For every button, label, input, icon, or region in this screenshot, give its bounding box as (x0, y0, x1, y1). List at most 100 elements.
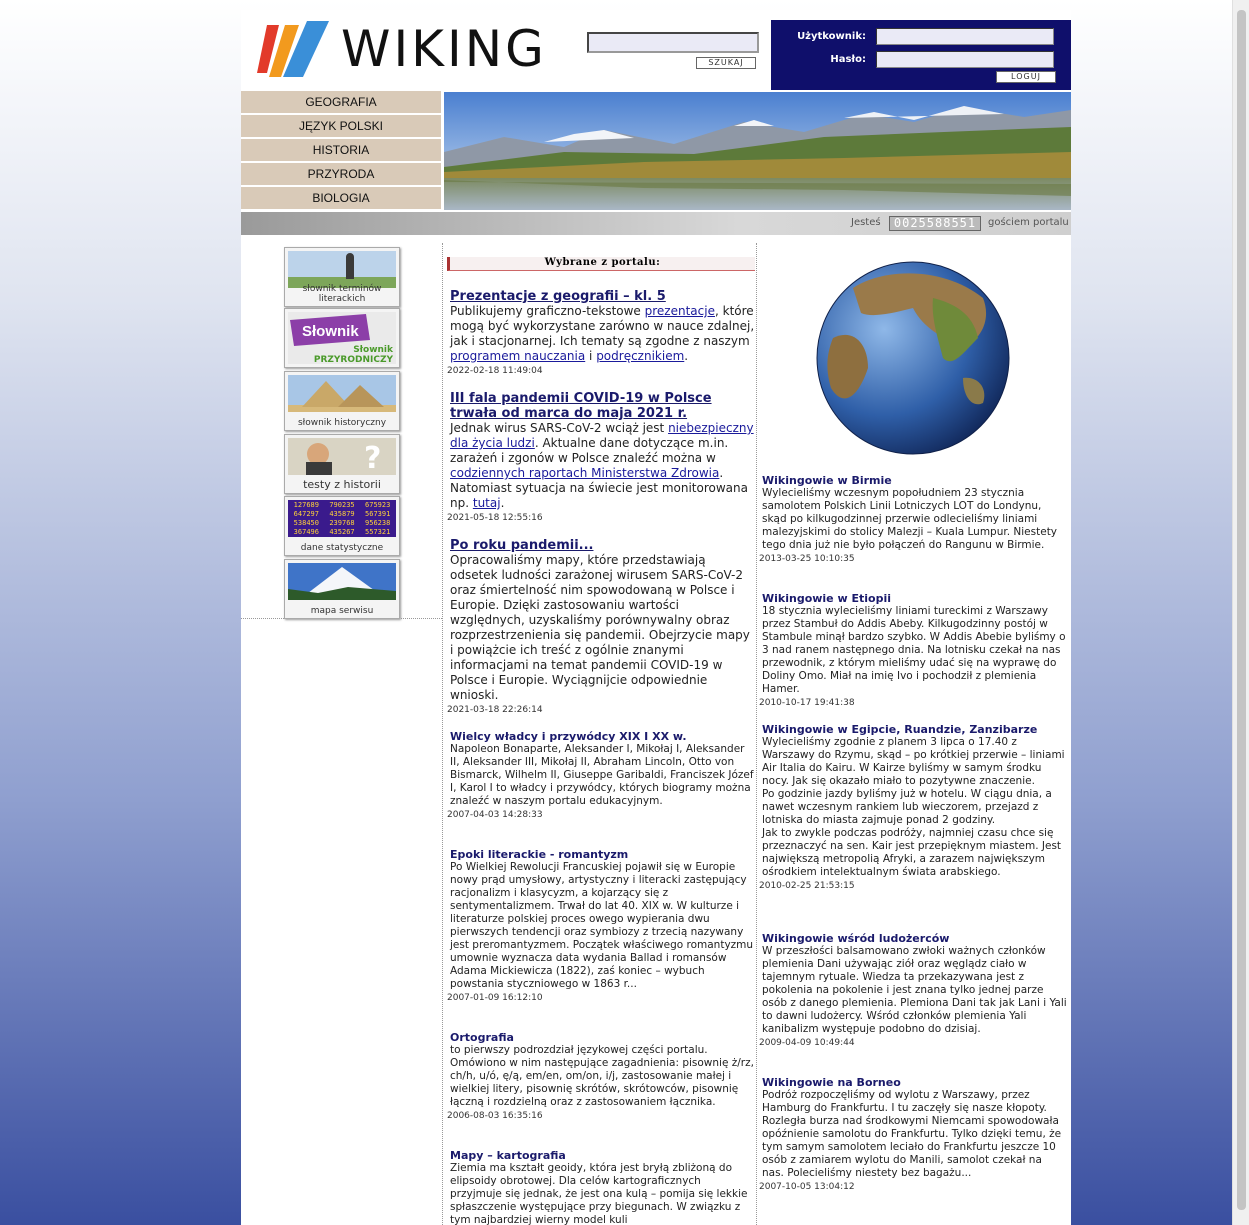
statistical-data-link[interactable]: 127689 790235 675923 647297 435879 56739… (284, 496, 400, 556)
svg-text:?: ? (364, 441, 381, 475)
scrollbar-thumb[interactable] (1237, 10, 1246, 1210)
article-title-link[interactable]: Wielcy władcy i przywódcy XIX I XX w. (450, 730, 755, 743)
article-title-link[interactable]: Mapy – kartografia (450, 1149, 755, 1162)
sidebar-caption: słownik terminów literackich (302, 284, 382, 304)
site-map-link[interactable]: mapa serwisu (284, 559, 400, 619)
article: Ortografia to pierwszy podrozdział język… (447, 1031, 755, 1121)
historical-dictionary-link[interactable]: słownik historyczny (284, 371, 400, 431)
nav-historia[interactable]: HISTORIA (241, 139, 443, 161)
travel-article: Wikingowie w Birmie Wylecieliśmy wczesny… (759, 474, 1067, 564)
nav-biologia[interactable]: BIOLOGIA (241, 187, 443, 209)
article-body: Napoleon Bonaparte, Aleksander I, Mikoła… (450, 743, 754, 807)
article-body: Ziemia ma kształt geoidy, która jest bry… (450, 1162, 748, 1225)
visitor-counter-bar: Jesteś 0025588551 gościem portalu (241, 212, 1071, 235)
text: Publikujemy graficzno-tekstowe (450, 304, 645, 318)
article: III fala pandemii COVID-19 w Polsce trwa… (447, 391, 755, 523)
monument-image (288, 251, 396, 288)
article-date: 2021-03-18 22:26:14 (447, 705, 543, 715)
stat-cell: 557321 (365, 528, 391, 536)
stat-cell: 127689 (293, 501, 319, 509)
visitor-counter: 0025588551 (889, 216, 981, 231)
textbooks-link[interactable]: podręcznikiem (596, 349, 684, 363)
featured-heading: Wybrane z portalu: (447, 257, 755, 271)
travel-body: 18 stycznia wylecieliśmy liniami turecki… (762, 605, 1066, 695)
stat-cell: 790235 (329, 501, 355, 509)
stat-cell: 239768 (329, 519, 355, 527)
travel-title-link[interactable]: Wikingowie wśród ludożerców (762, 932, 1067, 945)
travel-article: Wikingowie na Borneo Podróż rozpoczęliśm… (759, 1076, 1067, 1192)
article-title-link[interactable]: Epoki literackie - romantyzm (450, 848, 755, 861)
text: Jednak wirus SARS-CoV-2 wciąż jest (450, 421, 669, 435)
stat-cell: 675923 (365, 501, 391, 509)
username-field[interactable] (876, 28, 1054, 45)
nav-jezyk-polski[interactable]: JĘZYK POLSKI (241, 115, 443, 137)
nature-dictionary-link[interactable]: Słownik Słownik PRZYRODNICZY (284, 308, 400, 368)
text: i (585, 349, 597, 363)
page: WIKING SZUKAJ Użytkownik: Hasło: LOGUJ G… (241, 10, 1071, 1225)
article-date: 2022-02-18 11:49:04 (447, 366, 543, 376)
visitor-prefix: Jesteś (851, 217, 881, 228)
stat-cell: 956238 (365, 519, 391, 527)
sidebar-caption: testy z historii (303, 478, 381, 491)
article-title-link[interactable]: Po roku pandemii... (450, 538, 755, 553)
password-field[interactable] (876, 51, 1054, 68)
text: . (684, 349, 689, 363)
stat-cell: 538450 (293, 519, 319, 527)
travel-date: 2010-10-17 19:41:38 (759, 698, 855, 708)
article-date: 2007-01-09 16:12:10 (447, 993, 543, 1003)
login-button[interactable]: LOGUJ (996, 71, 1056, 83)
travel-article: Wikingowie w Egipcie, Ruandzie, Zanzibar… (759, 723, 1067, 891)
stat-cell: 567391 (365, 510, 391, 518)
presentations-link[interactable]: prezentacje (645, 304, 715, 318)
travel-title-link[interactable]: Wikingowie w Egipcie, Ruandzie, Zanzibar… (762, 723, 1067, 736)
travel-article: Wikingowie w Etiopii 18 stycznia wylecie… (759, 592, 1067, 708)
travel-body: Podróż rozpoczęliśmy od wylotu z Warszaw… (762, 1089, 1062, 1179)
article-title-link[interactable]: Prezentacje z geografii – kl. 5 (450, 289, 755, 304)
thinking-man-image: ? (288, 438, 396, 475)
history-tests-link[interactable]: ? testy z historii (284, 434, 400, 494)
travel-title-link[interactable]: Wikingowie na Borneo (762, 1076, 1067, 1089)
nav-geografia[interactable]: GEOGRAFIA (241, 91, 443, 113)
curriculum-link[interactable]: programem nauczania (450, 349, 585, 363)
article-date: 2021-05-18 12:55:16 (447, 513, 543, 523)
travel-title-link[interactable]: Wikingowie w Birmie (762, 474, 1067, 487)
travel-date: 2010-02-25 21:53:15 (759, 881, 855, 891)
search-input[interactable] (587, 32, 759, 53)
travel-body: Wylecieliśmy wczesnym popołudniem 23 sty… (762, 487, 1058, 551)
column-divider (756, 243, 757, 1225)
article-title-link[interactable]: III fala pandemii COVID-19 w Polsce trwa… (450, 391, 755, 421)
scrollbar[interactable] (1232, 0, 1249, 1225)
travel-date: 2009-04-09 10:49:44 (759, 1038, 855, 1048)
svg-text:Słownik: Słownik (302, 323, 359, 340)
article-body: Jednak wirus SARS-CoV-2 wciąż jest niebe… (450, 421, 755, 511)
article-title-link[interactable]: Ortografia (450, 1031, 755, 1044)
sidebar-caption: słownik historyczny (297, 418, 387, 428)
stat-cell: 647297 (293, 510, 319, 518)
main-nav: GEOGRAFIA JĘZYK POLSKI HISTORIA PRZYRODA… (241, 91, 443, 211)
article: Prezentacje z geografii – kl. 5 Publikuj… (447, 289, 755, 376)
article-date: 2006-08-03 16:35:16 (447, 1111, 543, 1121)
reports-link[interactable]: codziennych raportach Ministerstwa Zdrow… (450, 466, 719, 480)
mountain-image (288, 563, 396, 600)
text: . (500, 496, 505, 510)
search-button[interactable]: SZUKAJ (696, 57, 756, 69)
sidebar-caption: dane statystyczne (300, 543, 384, 553)
stat-cell: 435879 (329, 510, 355, 518)
literary-terms-dictionary-link[interactable]: słownik terminów literackich (284, 247, 400, 307)
logo-text[interactable]: WIKING (341, 20, 547, 78)
stat-cell: 367496 (293, 528, 319, 536)
login-box: Użytkownik: Hasło: LOGUJ (771, 20, 1071, 90)
article: Epoki literackie - romantyzm Po Wielkiej… (447, 848, 755, 1003)
article: Wielcy władcy i przywódcy XIX I XX w. Na… (447, 730, 755, 820)
travel-title-link[interactable]: Wikingowie w Etiopii (762, 592, 1067, 605)
logo-icon[interactable] (255, 19, 329, 79)
pyramids-image (288, 375, 396, 412)
article-body: Opracowaliśmy mapy, które przedstawiają … (450, 553, 750, 702)
password-label: Hasło: (830, 54, 866, 65)
nav-przyroda[interactable]: PRZYRODA (241, 163, 443, 185)
article-body: Publikujemy graficzno-tekstowe prezentac… (450, 304, 755, 364)
column-divider (442, 243, 443, 1225)
here-link[interactable]: tutaj (473, 496, 501, 510)
travel-article: Wikingowie wśród ludożerców W przeszłośc… (759, 932, 1067, 1048)
article-date: 2007-04-03 14:28:33 (447, 810, 543, 820)
